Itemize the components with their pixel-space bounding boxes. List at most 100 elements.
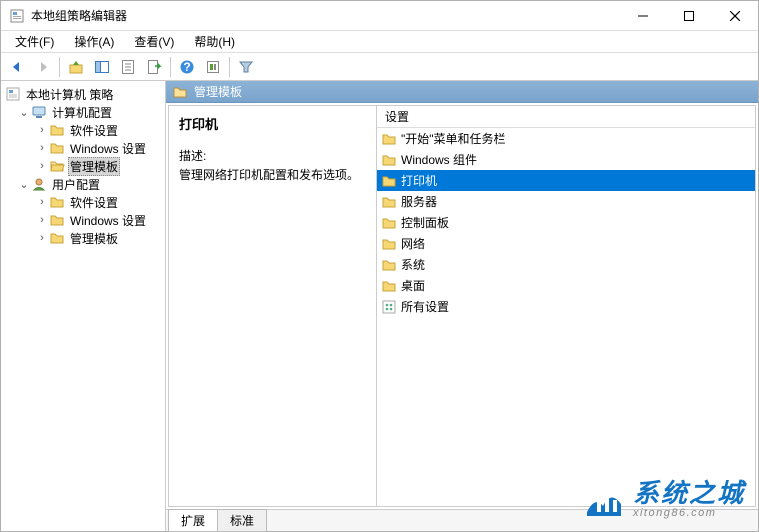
folder-icon: [49, 194, 65, 210]
app-window: 本地组策略编辑器 文件(F) 操作(A) 查看(V) 帮助(H) ? 本地计算机…: [0, 0, 759, 532]
close-button[interactable]: [712, 1, 758, 31]
folder-icon: [381, 131, 397, 147]
content-header: 管理模板: [166, 81, 758, 103]
list-item-label: 打印机: [401, 172, 437, 189]
help-button[interactable]: ?: [175, 55, 199, 79]
folder-icon: [381, 278, 397, 294]
list-column-header[interactable]: 设置: [377, 106, 755, 128]
minimize-button[interactable]: [620, 1, 666, 31]
toolbar-separator: [170, 57, 171, 77]
app-icon: [9, 8, 25, 24]
tree-user-config[interactable]: ⌄ 用户配置: [3, 175, 163, 193]
expand-icon[interactable]: ›: [35, 124, 49, 136]
expand-icon[interactable]: ›: [35, 232, 49, 244]
expand-icon[interactable]: ›: [35, 142, 49, 154]
watermark-logo-icon: [581, 476, 627, 522]
folder-open-icon: [49, 158, 65, 174]
menu-action[interactable]: 操作(A): [66, 31, 122, 52]
tree-computer-config[interactable]: ⌄ 计算机配置: [3, 103, 163, 121]
back-button[interactable]: [5, 55, 29, 79]
tree-label: 用户配置: [50, 176, 102, 193]
tree-label: 管理模板: [68, 230, 120, 247]
menu-file[interactable]: 文件(F): [7, 31, 62, 52]
description-text: 管理网络打印机配置和发布选项。: [179, 166, 366, 183]
body-area: 本地计算机 策略 ⌄ 计算机配置 › 软件设置 › Windows 设置 › 管…: [1, 81, 758, 531]
list-item[interactable]: 桌面: [377, 275, 755, 296]
list-item-label: 系统: [401, 256, 425, 273]
toolbar: ?: [1, 53, 758, 81]
list-item[interactable]: 服务器: [377, 191, 755, 212]
watermark-en: xitong86.com: [633, 507, 745, 519]
filter-button[interactable]: [234, 55, 258, 79]
menu-view[interactable]: 查看(V): [126, 31, 182, 52]
watermark-text: 系统之城 xitong86.com: [633, 479, 745, 520]
description-pane: 打印机 描述: 管理网络打印机配置和发布选项。: [169, 106, 377, 506]
tree-label: 软件设置: [68, 122, 120, 139]
list-item[interactable]: 系统: [377, 254, 755, 275]
properties-button[interactable]: [116, 55, 140, 79]
tree-label: 计算机配置: [50, 104, 114, 121]
list-item-label: Windows 组件: [401, 151, 477, 168]
settings-icon: [381, 299, 397, 315]
list-item-label: 控制面板: [401, 214, 449, 231]
maximize-button[interactable]: [666, 1, 712, 31]
list-item[interactable]: 所有设置: [377, 296, 755, 317]
tree-root[interactable]: 本地计算机 策略: [3, 85, 163, 103]
tab-standard[interactable]: 标准: [217, 509, 267, 532]
toolbar-separator: [59, 57, 60, 77]
tree-item-windows[interactable]: › Windows 设置: [3, 211, 163, 229]
selected-item-title: 打印机: [179, 114, 366, 133]
expand-icon[interactable]: ›: [35, 214, 49, 226]
expand-icon[interactable]: ›: [35, 160, 49, 172]
tree-item-software[interactable]: › 软件设置: [3, 121, 163, 139]
list-item[interactable]: "开始"菜单和任务栏: [377, 128, 755, 149]
collapse-icon[interactable]: ⌄: [17, 178, 31, 191]
export-button[interactable]: [142, 55, 166, 79]
collapse-icon[interactable]: ⌄: [17, 106, 31, 119]
watermark-cn: 系统之城: [633, 479, 745, 508]
expand-icon[interactable]: ›: [35, 196, 49, 208]
tree-item-admin-templates[interactable]: › 管理模板: [3, 229, 163, 247]
tree-label: 管理模板: [68, 157, 120, 176]
toolbar-separator: [229, 57, 230, 77]
list-item[interactable]: 打印机: [377, 170, 755, 191]
tree-item-admin-templates[interactable]: › 管理模板: [3, 157, 163, 175]
folder-icon: [381, 152, 397, 168]
svg-text:?: ?: [183, 60, 190, 74]
list-body[interactable]: "开始"菜单和任务栏 Windows 组件打印机服务器控制面板网络系统桌面所有设置: [377, 128, 755, 506]
list-item-label: 服务器: [401, 193, 437, 210]
folder-icon: [381, 215, 397, 231]
window-title: 本地组策略编辑器: [31, 7, 620, 24]
tree-pane[interactable]: 本地计算机 策略 ⌄ 计算机配置 › 软件设置 › Windows 设置 › 管…: [1, 81, 166, 531]
list-item[interactable]: Windows 组件: [377, 149, 755, 170]
tree-label: 本地计算机 策略: [24, 86, 115, 103]
tree-item-windows[interactable]: › Windows 设置: [3, 139, 163, 157]
tree-item-software[interactable]: › 软件设置: [3, 193, 163, 211]
folder-icon: [381, 257, 397, 273]
column-label: 设置: [385, 108, 409, 125]
folder-icon: [49, 140, 65, 156]
up-button[interactable]: [64, 55, 88, 79]
show-hide-tree-button[interactable]: [90, 55, 114, 79]
list-item[interactable]: 控制面板: [377, 212, 755, 233]
folder-icon: [49, 212, 65, 228]
options-button[interactable]: [201, 55, 225, 79]
folder-icon: [381, 236, 397, 252]
folder-icon: [381, 194, 397, 210]
user-icon: [31, 176, 47, 192]
list-item-label: 桌面: [401, 277, 425, 294]
list-item[interactable]: 网络: [377, 233, 755, 254]
list-item-label: 网络: [401, 235, 425, 252]
menubar: 文件(F) 操作(A) 查看(V) 帮助(H): [1, 31, 758, 53]
right-pane: 管理模板 打印机 描述: 管理网络打印机配置和发布选项。 设置 "开始"菜单和任…: [166, 81, 758, 531]
tree-label: Windows 设置: [68, 212, 148, 229]
tree-label: Windows 设置: [68, 140, 148, 157]
list-item-label: "开始"菜单和任务栏: [401, 130, 506, 147]
policy-icon: [5, 86, 21, 102]
computer-icon: [31, 104, 47, 120]
description-label: 描述:: [179, 147, 366, 164]
tab-extended[interactable]: 扩展: [168, 509, 218, 532]
titlebar: 本地组策略编辑器: [1, 1, 758, 31]
forward-button[interactable]: [31, 55, 55, 79]
menu-help[interactable]: 帮助(H): [186, 31, 243, 52]
